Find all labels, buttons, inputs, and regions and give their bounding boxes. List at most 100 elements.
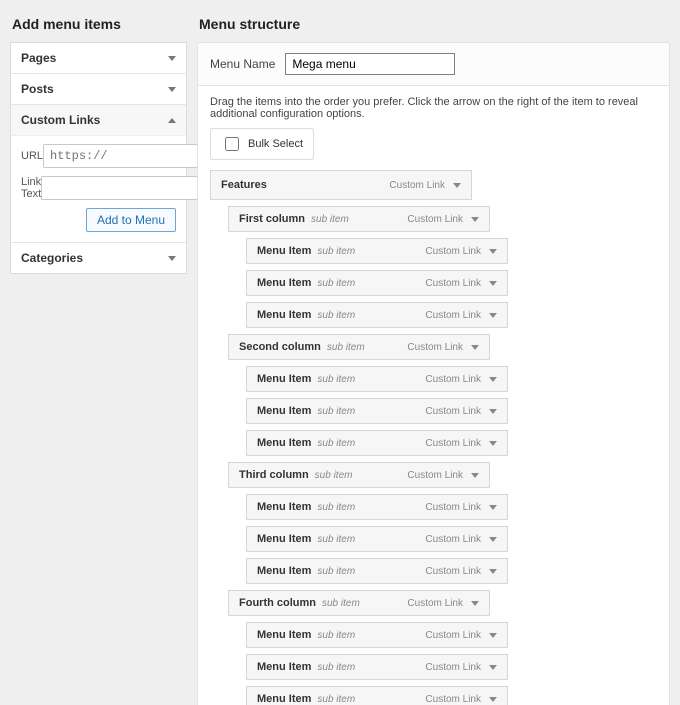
menu-item-title: Fourth column <box>239 597 316 609</box>
accordion-header-custom-links[interactable]: Custom Links <box>11 105 186 136</box>
menu-item[interactable]: Menu Item sub item Custom Link <box>246 430 508 456</box>
menu-item-title: Menu Item <box>257 373 311 385</box>
custom-links-body: URL Link Text Add to Menu <box>11 136 186 242</box>
menu-item[interactable]: Third column sub item Custom Link <box>228 462 490 488</box>
menu-tree: Features Custom Link First column sub item C… <box>198 170 669 705</box>
menu-item-type: Custom Link <box>389 180 445 191</box>
menu-item-title: Third column <box>239 469 309 481</box>
menu-item-subtext: sub item <box>317 438 355 449</box>
accordion-label: Posts <box>21 82 54 96</box>
url-input[interactable] <box>43 144 209 168</box>
menu-item-type: Custom Link <box>425 374 481 385</box>
menu-item-type: Custom Link <box>425 662 481 673</box>
menu-item[interactable]: Fourth column sub item Custom Link <box>228 590 490 616</box>
menu-item-subtext: sub item <box>317 502 355 513</box>
menu-item-subtext: sub item <box>315 470 353 481</box>
menu-item[interactable]: Menu Itemsub itemCustom Link <box>246 622 508 648</box>
menu-item-title: First column <box>239 213 305 225</box>
menu-item[interactable]: Menu Itemsub itemCustom Link <box>246 302 508 328</box>
menu-item[interactable]: Menu Itemsub itemCustom Link <box>246 558 508 584</box>
menu-item-type: Custom Link <box>425 694 481 705</box>
chevron-down-icon[interactable] <box>471 601 479 606</box>
menu-item[interactable]: Menu Itemsub itemCustom Link <box>246 526 508 552</box>
menu-item-type: Custom Link <box>407 470 463 481</box>
menu-item-type: Custom Link <box>407 598 463 609</box>
menu-item[interactable]: Menu Itemsub itemCustom Link <box>246 398 508 424</box>
menu-item-subtext: sub item <box>317 246 355 257</box>
link-text-input[interactable] <box>41 176 210 200</box>
chevron-down-icon[interactable] <box>453 183 461 188</box>
bulk-select-checkbox[interactable] <box>225 137 239 151</box>
chevron-down-icon[interactable] <box>489 313 497 318</box>
menu-item-type: Custom Link <box>407 342 463 353</box>
add-menu-items-title: Add menu items <box>12 16 187 32</box>
chevron-down-icon[interactable] <box>489 665 497 670</box>
bulk-select-label: Bulk Select <box>248 138 303 150</box>
chevron-down-icon[interactable] <box>471 345 479 350</box>
menu-item[interactable]: Menu Itemsub itemCustom Link <box>246 686 508 705</box>
menu-item-type: Custom Link <box>425 246 481 257</box>
chevron-down-icon[interactable] <box>489 249 497 254</box>
chevron-down-icon[interactable] <box>489 697 497 702</box>
menu-item-title: Menu Item <box>257 565 311 577</box>
menu-item-title: Features <box>221 179 267 191</box>
menu-item-title: Menu Item <box>257 405 311 417</box>
menu-item-subtext: sub item <box>317 630 355 641</box>
bulk-select-control[interactable]: Bulk Select <box>210 128 314 160</box>
chevron-down-icon <box>168 87 176 92</box>
menu-item-subtext: sub item <box>317 310 355 321</box>
chevron-down-icon <box>168 256 176 261</box>
menu-item-type: Custom Link <box>425 438 481 449</box>
menu-structure-title: Menu structure <box>199 16 670 32</box>
menu-item[interactable]: Menu Itemsub itemCustom Link <box>246 494 508 520</box>
menu-item[interactable]: First column sub item Custom Link <box>228 206 490 232</box>
accordion-header-posts[interactable]: Posts <box>11 74 186 104</box>
menu-item-subtext: sub item <box>317 374 355 385</box>
menu-item-subtext: sub item <box>317 566 355 577</box>
menu-item-subtext: sub item <box>317 406 355 417</box>
accordion-header-categories[interactable]: Categories <box>11 243 186 273</box>
menu-item[interactable]: Menu Item sub item Custom Link <box>246 270 508 296</box>
chevron-down-icon[interactable] <box>489 633 497 638</box>
menu-item-subtext: sub item <box>317 662 355 673</box>
menu-item-subtext: sub item <box>322 598 360 609</box>
chevron-down-icon[interactable] <box>489 505 497 510</box>
chevron-down-icon[interactable] <box>489 281 497 286</box>
menu-structure-panel: Menu structure Menu Name Drag the items … <box>197 10 670 705</box>
instructions-text: Drag the items into the order you prefer… <box>198 86 669 128</box>
menu-item[interactable]: Second columnsub itemCustom Link <box>228 334 490 360</box>
menu-item-type: Custom Link <box>425 278 481 289</box>
accordion-label: Pages <box>21 51 56 65</box>
link-text-label: Link Text <box>21 176 41 200</box>
chevron-down-icon[interactable] <box>489 409 497 414</box>
menu-item-title: Menu Item <box>257 437 311 449</box>
menu-item-type: Custom Link <box>425 502 481 513</box>
chevron-down-icon[interactable] <box>489 441 497 446</box>
chevron-down-icon[interactable] <box>471 217 479 222</box>
menu-item-subtext: sub item <box>317 694 355 705</box>
menu-item[interactable]: Menu Item sub item Custom Link <box>246 238 508 264</box>
add-to-menu-button[interactable]: Add to Menu <box>86 208 176 232</box>
accordion-header-pages[interactable]: Pages <box>11 43 186 73</box>
menu-item[interactable]: Menu Itemsub itemCustom Link <box>246 654 508 680</box>
url-label: URL <box>21 150 43 162</box>
menu-item-type: Custom Link <box>425 310 481 321</box>
menu-item-type: Custom Link <box>407 214 463 225</box>
add-items-accordion: Pages Posts Custom Links URL <box>10 42 187 274</box>
menu-item-type: Custom Link <box>425 534 481 545</box>
chevron-down-icon[interactable] <box>489 537 497 542</box>
chevron-down-icon[interactable] <box>471 473 479 478</box>
menu-item-subtext: sub item <box>317 534 355 545</box>
menu-item-subtext: sub item <box>317 278 355 289</box>
menu-item-subtext: sub item <box>327 342 365 353</box>
menu-item[interactable]: Menu Item sub item Custom Link <box>246 366 508 392</box>
chevron-down-icon[interactable] <box>489 569 497 574</box>
chevron-down-icon[interactable] <box>489 377 497 382</box>
add-menu-items-panel: Add menu items Pages Posts Custom Links <box>0 0 187 284</box>
menu-item-title: Menu Item <box>257 245 311 257</box>
menu-item-title: Menu Item <box>257 277 311 289</box>
menu-item[interactable]: Features Custom Link <box>210 170 472 200</box>
menu-name-input[interactable] <box>285 53 455 75</box>
chevron-up-icon <box>168 118 176 123</box>
menu-item-subtext: sub item <box>311 214 349 225</box>
